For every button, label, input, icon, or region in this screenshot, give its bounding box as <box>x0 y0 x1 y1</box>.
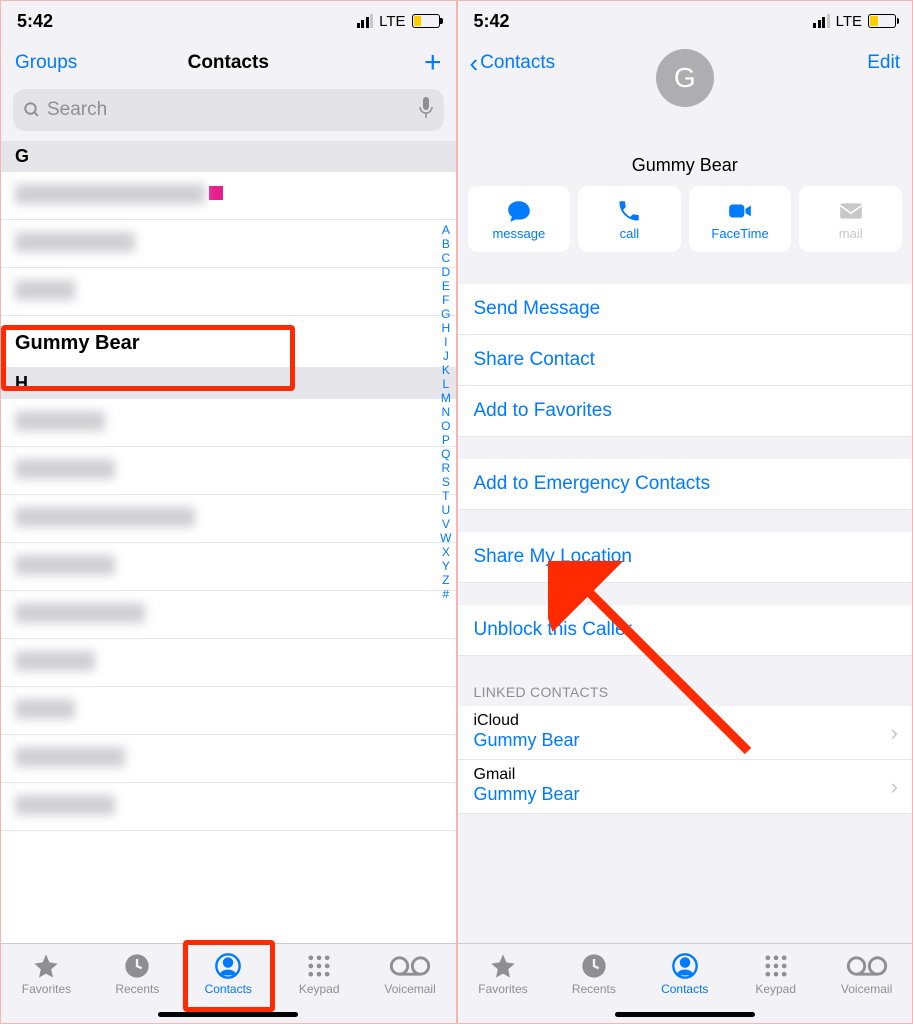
message-button[interactable]: message <box>468 186 571 252</box>
status-right: LTE <box>813 13 896 30</box>
list-item[interactable] <box>1 543 456 591</box>
tab-voicemail[interactable]: Voicemail <box>821 952 912 996</box>
list-item[interactable] <box>1 172 456 220</box>
avatar: G <box>656 49 714 107</box>
tab-bar: Favorites Recents Contacts Keypad Voicem… <box>458 943 913 1023</box>
list-item[interactable] <box>1 639 456 687</box>
tab-voicemail[interactable]: Voicemail <box>365 952 456 996</box>
list-item[interactable] <box>1 220 456 268</box>
status-time: 5:42 <box>474 11 510 32</box>
list-item[interactable] <box>1 783 456 831</box>
detail-body[interactable]: Send Message Share Contact Add to Favori… <box>458 262 913 943</box>
status-bar: 5:42 LTE <box>1 1 456 41</box>
share-contact-row[interactable]: Share Contact <box>458 335 913 386</box>
chevron-right-icon: › <box>891 720 898 746</box>
share-location-row[interactable]: Share My Location <box>458 532 913 583</box>
action-row: message call FaceTime mail <box>458 186 913 262</box>
list-item[interactable] <box>1 268 456 316</box>
chevron-right-icon: › <box>891 774 898 800</box>
linked-row[interactable]: Gmail Gummy Bear › <box>458 760 913 814</box>
home-indicator[interactable] <box>158 1012 298 1017</box>
list-item[interactable] <box>1 687 456 735</box>
status-bar: 5:42 LTE <box>458 1 913 41</box>
mail-button: mail <box>799 186 902 252</box>
mail-icon <box>838 198 864 224</box>
list-item[interactable] <box>1 399 456 447</box>
send-message-row[interactable]: Send Message <box>458 284 913 335</box>
section-header-h: H <box>1 368 456 399</box>
network-label: LTE <box>836 13 862 30</box>
signal-icon <box>813 14 830 28</box>
contacts-list[interactable]: G Gummy Bear H <box>1 141 456 943</box>
search-placeholder: Search <box>47 99 418 121</box>
signal-icon <box>357 14 374 28</box>
section-header-g: G <box>1 141 456 172</box>
edit-button[interactable]: Edit <box>867 52 900 74</box>
list-item[interactable] <box>1 495 456 543</box>
status-right: LTE <box>357 13 440 30</box>
list-item[interactable] <box>1 447 456 495</box>
search-input[interactable]: Search <box>13 89 444 131</box>
battery-icon <box>412 14 440 28</box>
alpha-index[interactable]: ABCDEFGHIJKLMNOPQRSTUVWXYZ# <box>440 223 451 601</box>
tab-bar: Favorites Recents Contacts Keypad Voicem… <box>1 943 456 1023</box>
call-button[interactable]: call <box>578 186 681 252</box>
tab-keypad[interactable]: Keypad <box>274 952 365 996</box>
groups-button[interactable]: Groups <box>15 52 77 74</box>
list-item[interactable] <box>1 735 456 783</box>
home-indicator[interactable] <box>615 1012 755 1017</box>
tab-favorites[interactable]: Favorites <box>1 952 92 996</box>
page-title: Contacts <box>188 52 269 74</box>
message-icon <box>506 198 532 224</box>
contact-detail-screen: 5:42 LTE ‹ Contacts Edit G Gummy Bear me… <box>457 0 913 1024</box>
tab-contacts[interactable]: Contacts <box>639 952 730 996</box>
search-icon <box>23 101 41 119</box>
tab-recents[interactable]: Recents <box>92 952 183 996</box>
contact-gummy-bear[interactable]: Gummy Bear <box>1 316 456 368</box>
add-contact-button[interactable]: + <box>424 46 442 80</box>
facetime-button[interactable]: FaceTime <box>689 186 792 252</box>
video-icon <box>727 198 753 224</box>
mic-icon[interactable] <box>418 97 434 124</box>
battery-icon <box>868 14 896 28</box>
contact-name: Gummy Bear <box>458 155 913 176</box>
linked-row[interactable]: iCloud Gummy Bear › <box>458 706 913 760</box>
chevron-left-icon: ‹ <box>470 48 479 79</box>
tab-recents[interactable]: Recents <box>548 952 639 996</box>
unblock-caller-row[interactable]: Unblock this Caller <box>458 605 913 656</box>
tab-contacts[interactable]: Contacts <box>183 952 274 996</box>
list-item[interactable] <box>1 591 456 639</box>
tab-keypad[interactable]: Keypad <box>730 952 821 996</box>
status-time: 5:42 <box>17 11 53 32</box>
add-emergency-row[interactable]: Add to Emergency Contacts <box>458 459 913 510</box>
tab-favorites[interactable]: Favorites <box>458 952 549 996</box>
add-favorites-row[interactable]: Add to Favorites <box>458 386 913 437</box>
back-button[interactable]: ‹ Contacts <box>470 48 556 79</box>
contacts-list-screen: 5:42 LTE Groups Contacts + Search G Gumm… <box>0 0 457 1024</box>
nav-header: Groups Contacts + <box>1 41 456 85</box>
phone-icon <box>616 198 642 224</box>
network-label: LTE <box>379 13 405 30</box>
linked-contacts-title: Linked Contacts <box>458 678 913 706</box>
